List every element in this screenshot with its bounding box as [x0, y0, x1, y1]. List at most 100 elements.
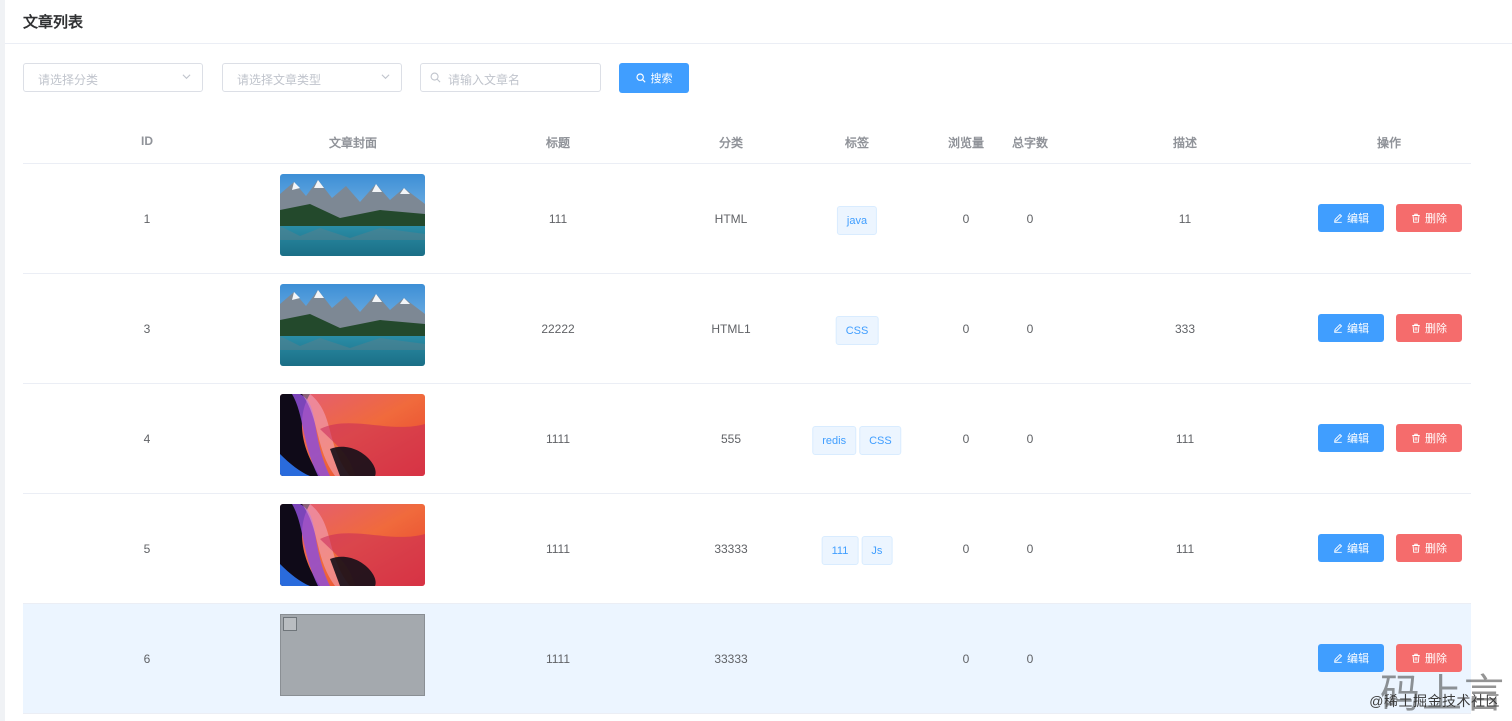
- edit-button-label: 编辑: [1347, 433, 1369, 445]
- cell-description: 111: [1175, 432, 1195, 446]
- cell-title: 22222: [541, 322, 575, 336]
- trash-icon: [1412, 323, 1420, 333]
- cell-words: 0: [1026, 432, 1034, 446]
- edit-button[interactable]: 编辑: [1318, 644, 1384, 672]
- chevron-down-icon: [182, 74, 191, 80]
- cell-description: 11: [1178, 212, 1192, 226]
- cell-description: 333: [1174, 322, 1196, 336]
- cell-views: 0: [962, 432, 970, 446]
- header-views: 浏览量: [947, 136, 985, 150]
- header-words: 总字数: [1011, 136, 1049, 150]
- cell-category: 33333: [714, 652, 748, 666]
- header-actions: 操作: [1376, 136, 1402, 150]
- delete-button[interactable]: 删除: [1396, 204, 1462, 232]
- edit-button-label: 编辑: [1347, 543, 1369, 555]
- tag: CSS: [859, 426, 902, 455]
- article-cover-image: [280, 394, 425, 476]
- cell-words: 0: [1026, 542, 1034, 556]
- cell-views: 0: [962, 652, 970, 666]
- category-select-placeholder: 请选择分类: [38, 73, 99, 87]
- article-cover-image: [280, 504, 425, 586]
- broken-image-placeholder: [280, 614, 425, 696]
- article-table: ID 文章封面 标题 分类 标签 浏览量 总字数 描述 操作 1 111 HTML j…: [23, 119, 1471, 714]
- table-row: 6 1111 33333 0 0 编辑 删除: [23, 604, 1471, 714]
- delete-button-label: 删除: [1425, 543, 1447, 555]
- tag: 111: [821, 536, 859, 565]
- article-name-placeholder: 请输入文章名: [448, 73, 521, 87]
- article-name-input[interactable]: 请输入文章名: [420, 63, 601, 92]
- edit-button[interactable]: 编辑: [1318, 204, 1384, 232]
- header-title: 标题: [545, 136, 571, 150]
- article-cover-image: [280, 284, 425, 366]
- table-row: 5 1111 33333 111 Js 0 0 111 编辑 删除: [23, 494, 1471, 604]
- header-tags: 标签: [844, 136, 870, 150]
- search-button-label: 搜索: [650, 73, 673, 85]
- tag-list: CSS: [835, 316, 879, 345]
- tag: Js: [861, 536, 893, 565]
- tag-list: redis CSS: [812, 426, 902, 455]
- cell-category: HTML: [714, 212, 748, 226]
- table-row: 4 1111 555 redis CSS 0 0 111 编辑 删除: [23, 384, 1471, 494]
- cell-category: HTML1: [711, 322, 751, 336]
- edit-button[interactable]: 编辑: [1318, 424, 1384, 452]
- edit-button-label: 编辑: [1347, 653, 1369, 665]
- edit-icon: [1334, 653, 1343, 663]
- article-type-select-placeholder: 请选择文章类型: [237, 73, 322, 87]
- chevron-down-icon: [381, 74, 390, 80]
- search-icon: [430, 72, 441, 83]
- search-icon: [635, 73, 646, 83]
- delete-button-label: 删除: [1425, 213, 1447, 225]
- edit-button-label: 编辑: [1347, 323, 1369, 335]
- delete-button[interactable]: 删除: [1396, 424, 1462, 452]
- trash-icon: [1412, 433, 1420, 443]
- category-select[interactable]: 请选择分类: [23, 63, 203, 92]
- cell-words: 0: [1026, 322, 1034, 336]
- edit-button[interactable]: 编辑: [1318, 314, 1384, 342]
- delete-button[interactable]: 删除: [1396, 314, 1462, 342]
- tag-list: 111 Js: [821, 536, 893, 565]
- table-header: ID 文章封面 标题 分类 标签 浏览量 总字数 描述 操作: [23, 119, 1471, 164]
- delete-button-label: 删除: [1425, 433, 1447, 445]
- cell-id: 1: [143, 212, 151, 226]
- broken-image-icon: [283, 617, 297, 631]
- cell-title: 1111: [545, 432, 571, 446]
- cell-description: 111: [1175, 542, 1195, 556]
- edit-icon: [1334, 213, 1343, 223]
- delete-button[interactable]: 删除: [1396, 534, 1462, 562]
- header-category: 分类: [718, 136, 744, 150]
- edit-icon: [1334, 433, 1343, 443]
- cell-views: 0: [962, 542, 970, 556]
- edit-icon: [1334, 323, 1343, 333]
- tag: java: [836, 206, 878, 235]
- cell-id: 4: [143, 432, 151, 446]
- table-row: 3 22222 HTML1 CSS 0 0 333 编辑 删除: [23, 274, 1471, 384]
- tag: CSS: [835, 316, 879, 345]
- table-row: 1 111 HTML java 0 0 11 编辑 删除: [23, 164, 1471, 274]
- edit-button[interactable]: 编辑: [1318, 534, 1384, 562]
- header-cover: 文章封面: [328, 136, 378, 150]
- trash-icon: [1412, 213, 1420, 223]
- cell-id: 5: [143, 542, 151, 556]
- cell-words: 0: [1026, 212, 1034, 226]
- search-button[interactable]: 搜索: [619, 63, 689, 93]
- tag-list: java: [836, 206, 878, 235]
- tag: redis: [812, 426, 857, 455]
- watermark-brand: 码上言: [1380, 671, 1506, 717]
- article-list-card: 文章列表 请选择分类 请选择文章类型 请输入文章名 搜索 ID 文章封面 标题 …: [5, 0, 1512, 721]
- edit-icon: [1334, 543, 1343, 553]
- page-title: 文章列表: [23, 14, 84, 31]
- filter-bar: 请选择分类 请选择文章类型 请输入文章名 搜索: [23, 63, 723, 93]
- cell-category: 33333: [714, 542, 748, 556]
- cell-views: 0: [962, 212, 970, 226]
- cell-words: 0: [1026, 652, 1034, 666]
- cell-id: 6: [143, 652, 151, 666]
- cell-title: 1111: [545, 542, 571, 556]
- article-cover-image: [280, 174, 425, 256]
- table-body: 1 111 HTML java 0 0 11 编辑 删除 3 22222 HTML1 CSS 0 0 333 编…: [23, 164, 1471, 714]
- cell-views: 0: [962, 322, 970, 336]
- delete-button-label: 删除: [1425, 323, 1447, 335]
- card-header: 文章列表: [5, 0, 1512, 44]
- header-id: ID: [141, 134, 153, 148]
- article-type-select[interactable]: 请选择文章类型: [222, 63, 402, 92]
- cell-title: 111: [548, 212, 568, 226]
